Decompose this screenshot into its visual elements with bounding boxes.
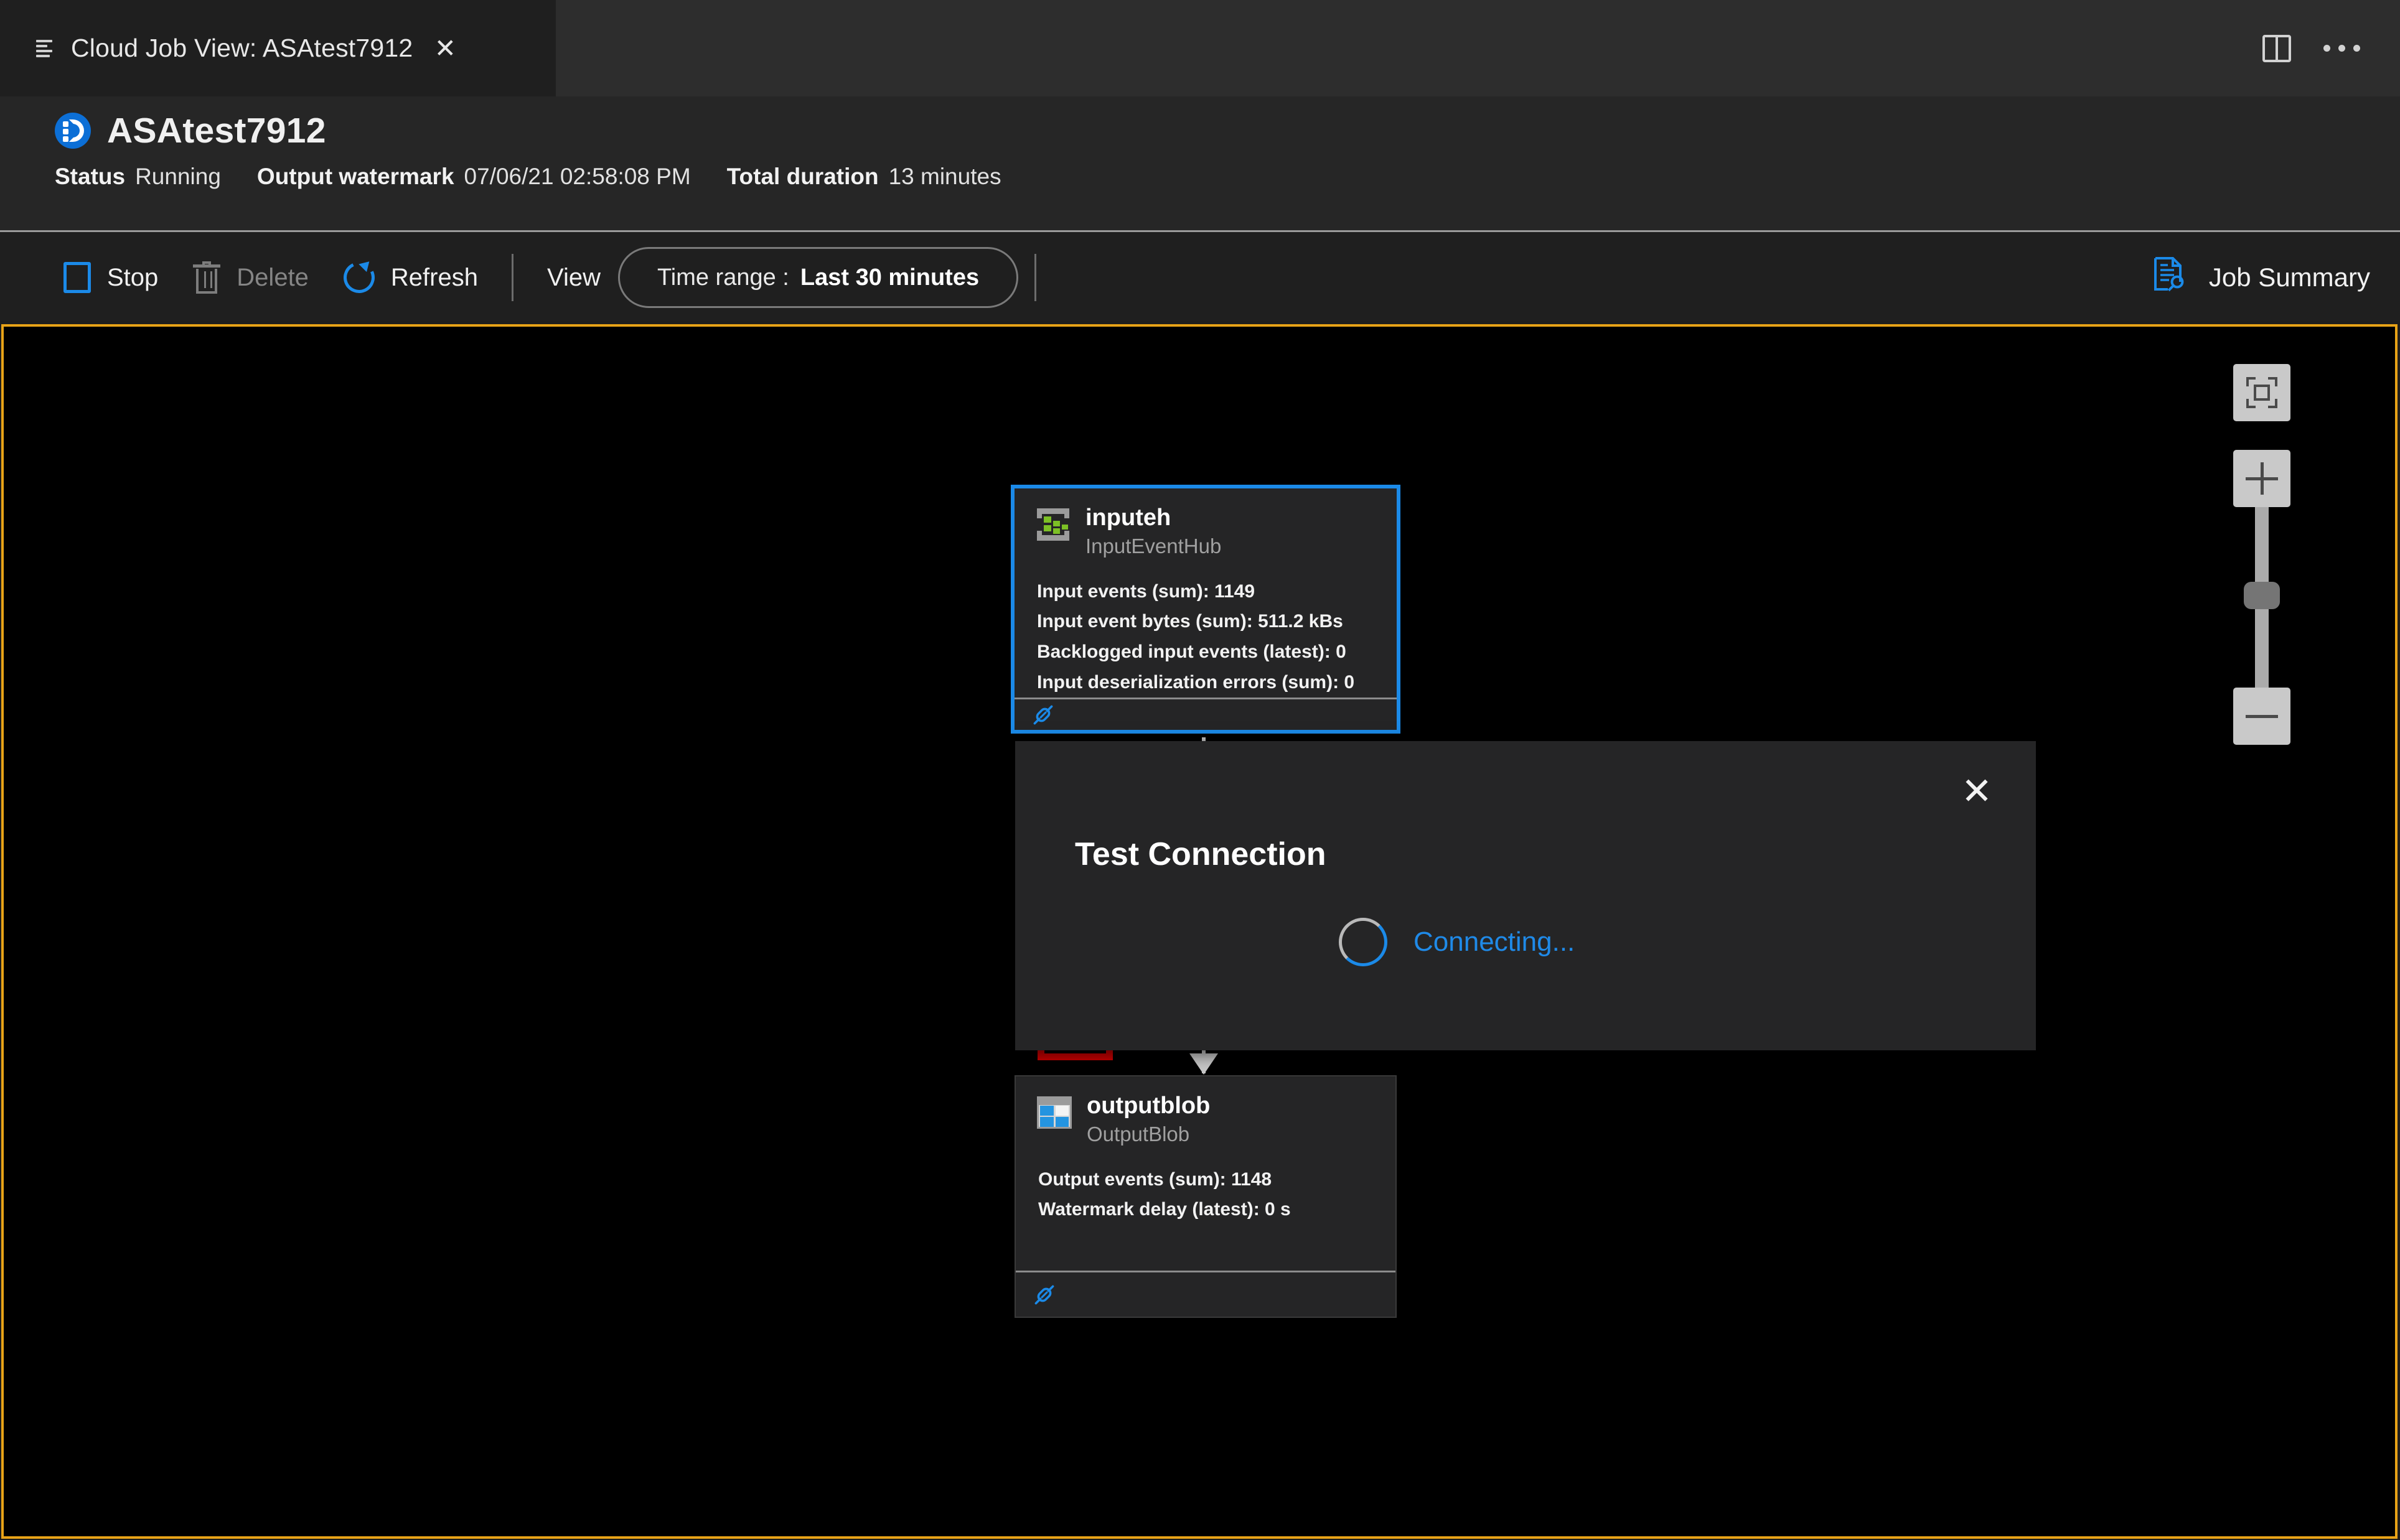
close-icon[interactable]: ✕ — [431, 35, 459, 62]
input-node[interactable]: inputeh InputEventHub Input events (sum)… — [1011, 485, 1400, 734]
metric-row: Output events (sum): 1148 — [1038, 1169, 1272, 1190]
metric-row: Watermark delay (latest): 0 s — [1038, 1199, 1291, 1220]
delete-button[interactable]: Delete — [176, 249, 326, 306]
page-title: ASAtest7912 — [107, 111, 326, 151]
fit-to-screen-icon — [2246, 377, 2277, 408]
toolbar-divider-2 — [1034, 254, 1037, 301]
stop-icon — [63, 262, 91, 293]
job-title-row: ASAtest7912 — [55, 110, 2400, 151]
input-node-name: inputeh — [1085, 505, 1171, 531]
zoom-slider-thumb[interactable] — [2244, 582, 2280, 609]
stream-analytics-job-icon — [55, 113, 91, 149]
fit-to-screen-button[interactable] — [2233, 364, 2290, 421]
job-summary-button[interactable]: Job Summary — [2153, 256, 2400, 299]
zoom-in-button[interactable] — [2233, 450, 2290, 507]
tab-bar-actions — [2262, 0, 2400, 96]
tab-cloud-job-view[interactable]: Cloud Job View: ASAtest7912 ✕ — [0, 0, 556, 96]
minus-icon — [2246, 714, 2278, 718]
blob-storage-icon — [1037, 1096, 1072, 1129]
total-duration-value: 13 minutes — [888, 164, 1001, 189]
stop-button-label: Stop — [107, 263, 159, 291]
zoom-slider[interactable] — [2233, 507, 2290, 688]
hamburger-icon — [36, 38, 57, 59]
status-badge: Running — [135, 164, 221, 189]
job-meta-row: Status Running Output watermark 07/06/21… — [55, 164, 2400, 190]
input-node-footer — [1015, 698, 1397, 730]
refresh-icon — [339, 257, 379, 298]
view-button-label: View — [546, 263, 601, 291]
job-toolbar: Stop Delete Refresh View Time range : La… — [0, 234, 2400, 321]
metric-row: Input event bytes (sum): 511.2 kBs — [1037, 611, 1343, 632]
tab-title: Cloud Job View: ASAtest7912 — [71, 34, 413, 62]
view-button[interactable]: View — [530, 249, 618, 306]
plug-icon[interactable] — [1029, 701, 1057, 729]
refresh-button-label: Refresh — [390, 263, 478, 291]
stop-button[interactable]: Stop — [46, 249, 176, 306]
time-range-label: Time range : — [657, 264, 789, 291]
time-range-value: Last 30 minutes — [800, 264, 980, 291]
zoom-controls — [2233, 364, 2290, 745]
tab-bar: Cloud Job View: ASAtest7912 ✕ — [0, 0, 2400, 96]
zoom-out-button[interactable] — [2233, 688, 2290, 745]
input-node-type: InputEventHub — [1085, 534, 1222, 558]
output-node-titles: outputblob OutputBlob — [1087, 1093, 1211, 1146]
input-node-metrics: Input events (sum): 1149 Input event byt… — [1015, 558, 1397, 698]
delete-button-label: Delete — [237, 263, 309, 291]
output-watermark-value: 07/06/21 02:58:08 PM — [464, 164, 691, 189]
plug-icon[interactable] — [1031, 1281, 1058, 1309]
input-node-header: inputeh InputEventHub — [1015, 488, 1397, 558]
time-range-selector[interactable]: Time range : Last 30 minutes — [617, 247, 1019, 308]
test-connection-dialog: ✕ Test Connection Connecting... — [1015, 741, 2036, 1050]
connection-status-text: Connecting... — [1413, 926, 1575, 957]
metric-row: Input deserialization errors (sum): 0 — [1037, 671, 1355, 693]
split-editor-icon[interactable] — [2262, 34, 2291, 62]
output-watermark-label: Output watermark — [256, 164, 454, 189]
output-node-name: outputblob — [1087, 1093, 1211, 1119]
close-icon[interactable]: ✕ — [1955, 770, 1999, 813]
output-node-header: outputblob OutputBlob — [1016, 1076, 1395, 1146]
event-hub-icon — [1036, 508, 1071, 541]
dialog-status: Connecting... — [1339, 918, 1575, 966]
status-label: Status — [55, 164, 126, 189]
output-node-metrics: Output events (sum): 1148 Watermark dela… — [1016, 1146, 1395, 1225]
refresh-button[interactable]: Refresh — [326, 249, 495, 306]
total-duration-label: Total duration — [726, 164, 879, 189]
job-diagram-canvas[interactable]: inputeh InputEventHub Input events (sum)… — [1, 324, 2398, 1539]
metric-row: Backlogged input events (latest): 0 — [1037, 642, 1346, 663]
job-summary-icon — [2153, 256, 2188, 299]
metric-row: Input events (sum): 1149 — [1037, 581, 1255, 602]
output-node-type: OutputBlob — [1087, 1122, 1190, 1146]
job-summary-label: Job Summary — [2208, 263, 2370, 292]
ellipsis-icon[interactable] — [2323, 45, 2360, 52]
job-header: ASAtest7912 Status Running Output waterm… — [0, 96, 2400, 232]
output-node[interactable]: outputblob OutputBlob Output events (sum… — [1015, 1075, 1397, 1318]
toolbar-divider — [511, 254, 513, 301]
trash-icon — [193, 261, 221, 294]
loading-spinner-icon — [1339, 918, 1387, 966]
input-node-titles: inputeh InputEventHub — [1085, 505, 1222, 558]
output-node-footer — [1016, 1271, 1395, 1317]
dialog-title: Test Connection — [1075, 836, 1326, 872]
